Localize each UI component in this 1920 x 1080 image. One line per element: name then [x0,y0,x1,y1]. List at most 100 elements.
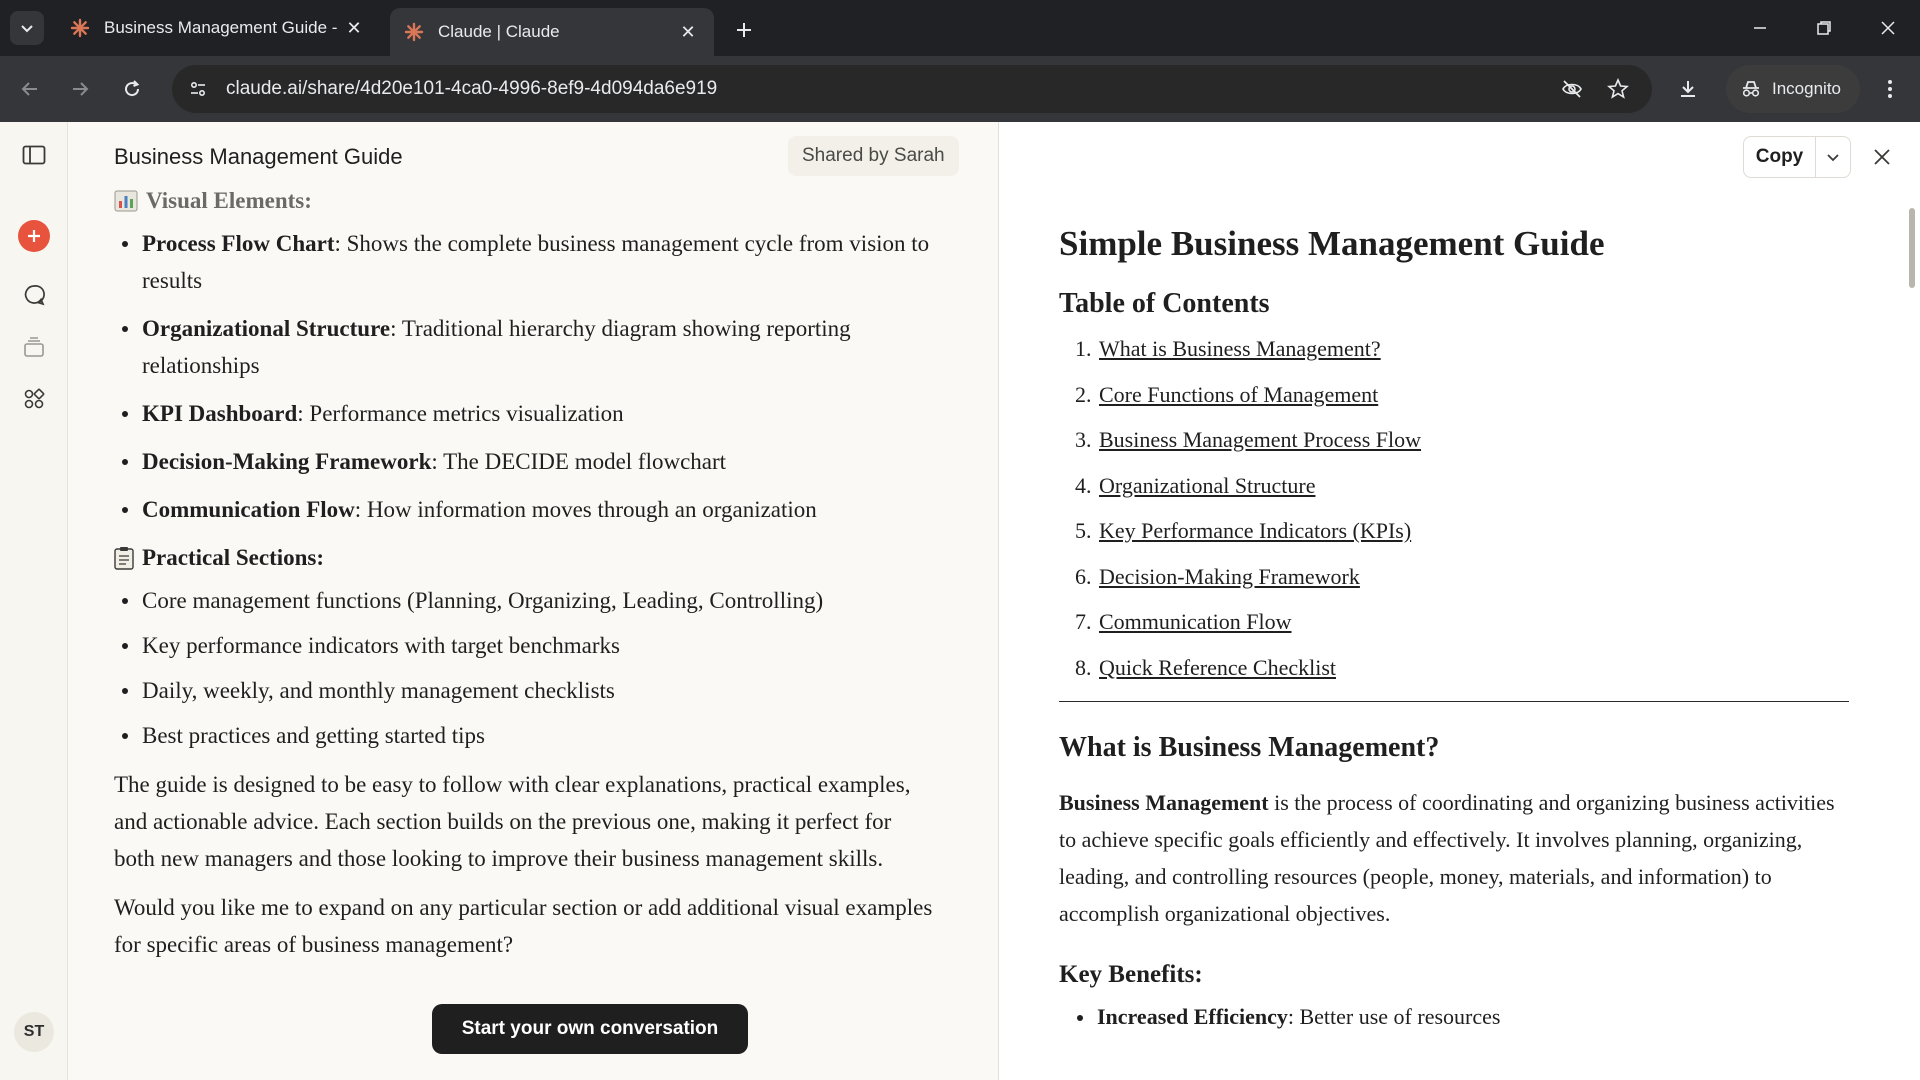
toc-link[interactable]: Quick Reference Checklist [1099,653,1336,683]
artifacts-button[interactable] [17,382,51,416]
list-item: Best practices and getting started tips [122,717,934,754]
copy-button[interactable]: Copy [1744,137,1816,177]
bookmark-star-icon[interactable] [1602,73,1634,105]
browser-toolbar: claude.ai/share/4d20e101-4ca0-4996-8ef9-… [0,56,1920,122]
browser-menu-button[interactable] [1874,73,1906,105]
clipboard-icon [114,546,134,570]
start-conversation-button[interactable]: Start your own conversation [432,1004,748,1054]
url-text: claude.ai/share/4d20e101-4ca0-4996-8ef9-… [226,78,718,99]
page: ST Business Management Guide Shared by S… [0,122,1920,1080]
chat-panel: Business Management Guide Shared by Sara… [68,122,998,1080]
projects-button[interactable] [17,330,51,364]
browser-tab-bar: Business Management Guide - ✕ Claude | C… [0,0,1920,56]
close-icon [1874,149,1890,165]
list-item: Decision-Making Framework: The DECIDE mo… [122,443,934,480]
address-bar[interactable]: claude.ai/share/4d20e101-4ca0-4996-8ef9-… [172,65,1652,113]
sidebar-toggle-button[interactable] [17,138,51,172]
chat-bubble-icon [24,285,45,306]
section-heading: What is Business Management? [1059,731,1440,763]
back-button[interactable] [14,73,46,105]
list-item: Organizational Structure: Traditional hi… [122,310,934,384]
tab-claude[interactable]: Claude | Claude ✕ [390,8,714,56]
item-bold: Increased Efficiency [1097,1003,1288,1029]
sidebar-toggle-icon [22,145,46,165]
restore-icon [1817,21,1831,35]
toc-link[interactable]: Communication Flow [1099,607,1292,637]
chevron-down-icon [1827,154,1839,162]
benefits-heading: Key Benefits: [1059,960,1203,988]
copy-options-button[interactable] [1816,137,1850,177]
new-chat-button[interactable] [18,220,50,252]
artifact-panel: Copy Simple Business Management Guide Ta… [999,122,1920,1080]
close-window-button[interactable] [1868,12,1908,44]
downloads-button[interactable] [1672,73,1704,105]
item-text: : The DECIDE model flowchart [431,449,727,474]
toc-item: 8. Quick Reference Checklist [1075,653,1849,683]
close-artifact-button[interactable] [1865,140,1899,174]
intro-paragraph: Business Management is the process of co… [1059,784,1849,932]
item-text: : How information moves through an organ… [354,497,817,522]
restore-button[interactable] [1804,12,1844,44]
item-bold: Organizational Structure [142,316,391,341]
toc-link[interactable]: Core Functions of Management [1099,380,1378,410]
toc-link[interactable]: Key Performance Indicators (KPIs) [1099,516,1411,546]
copy-button-group: Copy [1743,136,1851,178]
item-text: : Performance metrics visualization [297,401,624,426]
minimize-icon [1754,27,1766,29]
projects-icon [24,337,44,357]
toc-link[interactable]: Organizational Structure [1099,471,1315,501]
practical-sections-heading-text: Practical Sections: [142,545,325,570]
toc-heading: Table of Contents [1059,288,1270,319]
item-bold: KPI Dashboard [142,401,298,426]
forward-button[interactable] [64,73,96,105]
avatar[interactable]: ST [14,1012,54,1052]
claude-logo-icon [70,18,90,38]
toc-item: 2. Core Functions of Management [1075,380,1849,410]
section-divider [1059,700,1849,702]
close-tab-icon[interactable]: ✕ [342,16,366,40]
artifacts-icon [24,388,45,409]
new-tab-button[interactable] [728,14,760,46]
document-title: Simple Business Management Guide [1059,224,1605,263]
close-icon [1881,21,1895,35]
toc-link[interactable]: Business Management Process Flow [1099,425,1421,455]
claude-logo-icon [404,22,424,42]
item-bold: Communication Flow [142,497,355,522]
table-of-contents: 1. What is Business Management? 2. Core Fu… [1075,334,1849,683]
toc-item: 1. What is Business Management? [1075,334,1849,364]
item-bold: Decision-Making Framework [142,449,432,474]
arrow-left-icon [21,82,37,96]
incognito-indicator[interactable]: Incognito [1726,65,1860,113]
list-item: Increased Efficiency: Better use of reso… [1077,1000,1849,1034]
tab-search-button[interactable] [10,11,44,45]
benefits-list: Increased Efficiency: Better use of reso… [1077,1000,1849,1034]
reload-icon [125,80,140,97]
toc-item: 5. Key Performance Indicators (KPIs) [1075,516,1849,546]
toc-link[interactable]: Decision-Making Framework [1099,562,1360,592]
toc-link[interactable]: What is Business Management? [1099,334,1381,364]
summary-paragraph: The guide is designed to be easy to foll… [114,772,911,871]
toc-item: 6. Decision-Making Framework [1075,562,1849,592]
list-item: Key performance indicators with target b… [122,627,934,664]
more-vertical-icon [1888,80,1892,98]
toc-item: 4. Organizational Structure [1075,471,1849,501]
artifact-scrollbar[interactable] [1909,208,1915,288]
list-item: Daily, weekly, and monthly management ch… [122,672,934,709]
tab-business-guide[interactable]: Business Management Guide - ✕ [56,8,380,48]
chat-title[interactable]: Business Management Guide [114,144,403,170]
reload-button[interactable] [116,73,148,105]
item-text: : Better use of resources [1287,1003,1501,1029]
list-item: KPI Dashboard: Performance metrics visua… [122,395,934,432]
eye-off-icon[interactable] [1556,73,1588,105]
close-tab-icon[interactable]: ✕ [676,20,700,44]
shared-by-badge: Shared by Sarah [788,136,959,176]
plus-icon [28,230,40,242]
practical-sections-list: Core management functions (Planning, Org… [114,582,934,754]
chevron-down-icon [21,25,33,33]
minimize-button[interactable] [1740,12,1780,44]
toc-item: 3. Business Management Process Flow [1075,425,1849,455]
toc-item: 7. Communication Flow [1075,607,1849,637]
site-settings-icon[interactable] [178,69,218,109]
chats-button[interactable] [17,278,51,312]
artifact-document: Simple Business Management Guide Table o… [1059,222,1849,1034]
